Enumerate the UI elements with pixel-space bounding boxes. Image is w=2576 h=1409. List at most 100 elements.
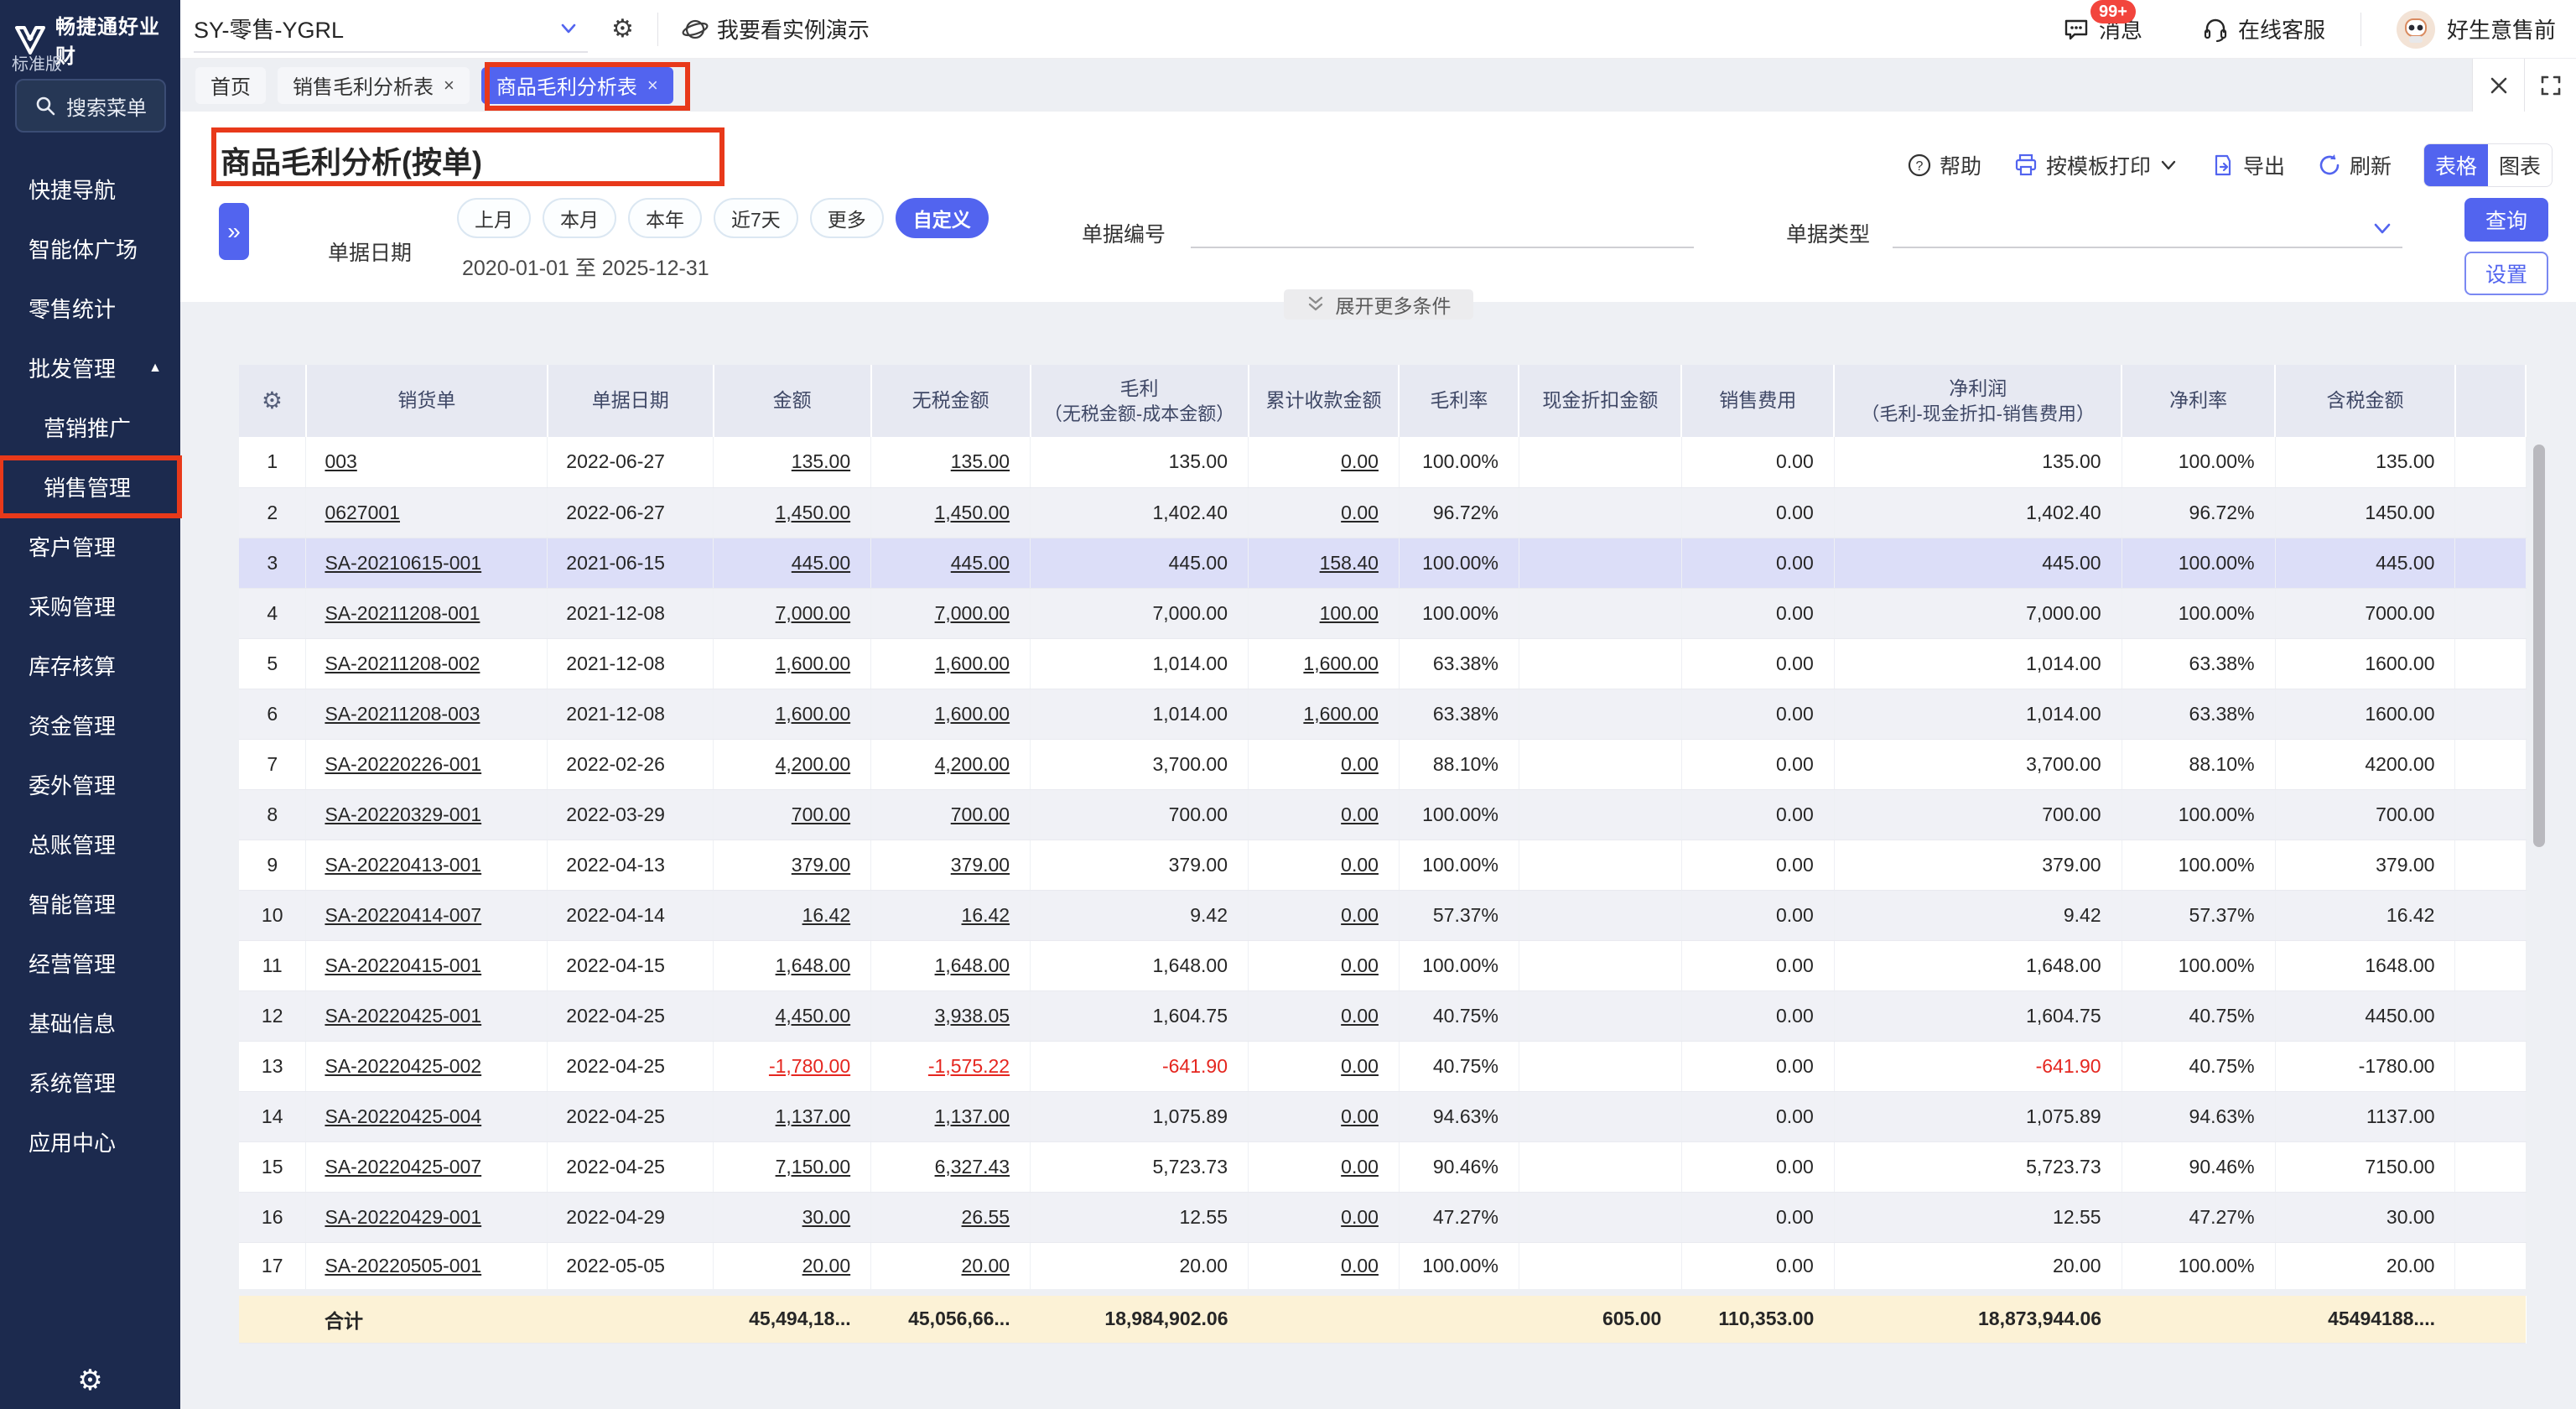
table-row[interactable]: 7SA-20220226-0012022-02-264,200.004,200.… xyxy=(239,739,2526,789)
received-link[interactable]: 0.00 xyxy=(1341,1255,1379,1276)
tax_free-link[interactable]: 6,327.43 xyxy=(935,1156,1010,1178)
table-row[interactable]: 11SA-20220415-0012022-04-151,648.001,648… xyxy=(239,940,2526,990)
tab-active[interactable]: 商品毛利分析表× xyxy=(481,67,673,104)
tab-item[interactable]: 销售毛利分析表× xyxy=(278,67,470,104)
doc-link[interactable]: SA-20220505-001 xyxy=(325,1255,481,1276)
received-link[interactable]: 0.00 xyxy=(1341,1156,1379,1178)
received-link[interactable]: 0.00 xyxy=(1341,1105,1379,1127)
tax_free-link[interactable]: 1,648.00 xyxy=(935,954,1010,976)
tax_free-link[interactable]: 135.00 xyxy=(951,450,1010,472)
received-link[interactable]: 0.00 xyxy=(1341,753,1379,775)
print-by-template-button[interactable]: 按模板打印 xyxy=(2013,150,2179,180)
tax_free-link[interactable]: 445.00 xyxy=(951,552,1010,574)
doc-link[interactable]: SA-20220425-002 xyxy=(325,1055,481,1077)
doc-link[interactable]: SA-20210615-001 xyxy=(325,552,481,574)
date-quick-pill[interactable]: 上月 xyxy=(457,198,531,238)
tax_free-link[interactable]: 1,137.00 xyxy=(935,1105,1010,1127)
date-quick-pill[interactable]: 更多 xyxy=(810,198,884,238)
date-custom-pill[interactable]: 自定义 xyxy=(896,198,989,238)
sidebar-item[interactable]: 应用中心 xyxy=(0,1112,180,1172)
sidebar-item[interactable]: 智能管理 xyxy=(0,874,180,933)
user-avatar[interactable] xyxy=(2397,10,2435,49)
table-row[interactable]: 12SA-20220425-0012022-04-254,450.003,938… xyxy=(239,990,2526,1041)
table-row[interactable]: 16SA-20220429-0012022-04-2930.0026.5512.… xyxy=(239,1192,2526,1242)
table-row[interactable]: 10SA-20220414-0072022-04-1416.4216.429.4… xyxy=(239,890,2526,940)
doc-link[interactable]: 003 xyxy=(325,450,356,472)
tab-item[interactable]: 首页 xyxy=(195,67,266,104)
tax_free-link[interactable]: 700.00 xyxy=(951,803,1010,825)
org-settings-gear-icon[interactable]: ⚙ xyxy=(611,14,634,44)
doc-link[interactable]: SA-20220226-001 xyxy=(325,753,481,775)
collapse-filter-button[interactable]: » xyxy=(219,203,249,260)
received-link[interactable]: 1,600.00 xyxy=(1303,653,1379,674)
table-row[interactable]: 6SA-20211208-0032021-12-081,600.001,600.… xyxy=(239,689,2526,739)
received-link[interactable]: 0.00 xyxy=(1341,803,1379,825)
tax_free-link[interactable]: 4,200.00 xyxy=(935,753,1010,775)
doc-link[interactable]: SA-20220329-001 xyxy=(325,803,481,825)
amount-link[interactable]: 7,000.00 xyxy=(776,602,851,624)
sidebar-item[interactable]: 销售管理 xyxy=(0,457,180,517)
doc-link[interactable]: SA-20220425-001 xyxy=(325,1005,481,1027)
amount-link[interactable]: 1,600.00 xyxy=(776,703,851,725)
tax_free-link[interactable]: -1,575.22 xyxy=(928,1055,1010,1077)
date-quick-pill[interactable]: 本年 xyxy=(628,198,702,238)
date-quick-pill[interactable]: 近7天 xyxy=(714,198,798,238)
amount-link[interactable]: 1,450.00 xyxy=(776,502,851,523)
tax_free-link[interactable]: 1,450.00 xyxy=(935,502,1010,523)
amount-link[interactable]: 1,137.00 xyxy=(776,1105,851,1127)
refresh-button[interactable]: 刷新 xyxy=(2317,150,2392,180)
tab-close-icon[interactable]: × xyxy=(647,75,658,96)
received-link[interactable]: 0.00 xyxy=(1341,954,1379,976)
table-row[interactable]: 8SA-20220329-0012022-03-29700.00700.0070… xyxy=(239,789,2526,840)
doc-link[interactable]: SA-20211208-003 xyxy=(325,703,480,725)
sidebar-settings-gear-icon[interactable]: ⚙ xyxy=(0,1364,180,1397)
amount-link[interactable]: 445.00 xyxy=(792,552,850,574)
table-row[interactable]: 15SA-20220425-0072022-04-257,150.006,327… xyxy=(239,1141,2526,1192)
sidebar-item[interactable]: 批发管理▲ xyxy=(0,338,180,398)
sidebar-item[interactable]: 总账管理 xyxy=(0,814,180,874)
amount-link[interactable]: 135.00 xyxy=(792,450,850,472)
amount-link[interactable]: 16.42 xyxy=(802,904,851,926)
org-selector[interactable]: SY-零售-YGRL xyxy=(194,6,588,53)
received-link[interactable]: 158.40 xyxy=(1320,552,1379,574)
doc-link[interactable]: 0627001 xyxy=(325,502,400,523)
tab-close-icon[interactable]: × xyxy=(444,75,454,96)
tax_free-link[interactable]: 1,600.00 xyxy=(935,653,1010,674)
table-row[interactable]: 14SA-20220425-0042022-04-251,137.001,137… xyxy=(239,1091,2526,1141)
query-button[interactable]: 查询 xyxy=(2464,198,2548,242)
amount-link[interactable]: 1,600.00 xyxy=(776,653,851,674)
tax_free-link[interactable]: 20.00 xyxy=(962,1255,1010,1276)
close-all-tabs-button[interactable] xyxy=(2472,59,2524,112)
table-row[interactable]: 3SA-20210615-0012021-06-15445.00445.0044… xyxy=(239,538,2526,588)
sidebar-item[interactable]: 系统管理 xyxy=(0,1053,180,1112)
chevron-down-icon[interactable] xyxy=(2371,216,2394,240)
expand-more-conditions-button[interactable]: 展开更多条件 xyxy=(1284,289,1473,320)
sidebar-item[interactable]: 经营管理 xyxy=(0,933,180,993)
doc-link[interactable]: SA-20220425-007 xyxy=(325,1156,481,1178)
export-button[interactable]: 导出 xyxy=(2210,150,2285,180)
received-link[interactable]: 0.00 xyxy=(1341,904,1379,926)
column-settings-gear-icon[interactable]: ⚙ xyxy=(239,365,306,437)
amount-link[interactable]: 7,150.00 xyxy=(776,1156,851,1178)
received-link[interactable]: 0.00 xyxy=(1341,450,1379,472)
date-range-value[interactable]: 2020-01-01 至 2025-12-31 xyxy=(462,252,709,282)
table-row[interactable]: 10032022-06-27135.00135.00135.000.00100.… xyxy=(239,437,2526,487)
table-row[interactable]: 17SA-20220505-0012022-05-0520.0020.0020.… xyxy=(239,1242,2526,1292)
sidebar-item[interactable]: 委外管理 xyxy=(0,755,180,814)
doc-link[interactable]: SA-20220425-004 xyxy=(325,1105,481,1127)
date-quick-pill[interactable]: 本月 xyxy=(543,198,616,238)
received-link[interactable]: 1,600.00 xyxy=(1303,703,1379,725)
sidebar-search[interactable]: 搜索菜单 xyxy=(15,79,166,133)
doc-link[interactable]: SA-20220415-001 xyxy=(325,954,481,976)
fullscreen-button[interactable] xyxy=(2524,59,2576,112)
help-button[interactable]: ? 帮助 xyxy=(1907,150,1981,180)
sidebar-item[interactable]: 基础信息 xyxy=(0,993,180,1053)
doc-link[interactable]: SA-20220414-007 xyxy=(325,904,481,926)
tax_free-link[interactable]: 3,938.05 xyxy=(935,1005,1010,1027)
doc-link[interactable]: SA-20220429-001 xyxy=(325,1206,481,1228)
table-row[interactable]: 4SA-20211208-0012021-12-087,000.007,000.… xyxy=(239,588,2526,638)
sidebar-item[interactable]: 客户管理 xyxy=(0,517,180,576)
sidebar-item[interactable]: 快捷导航 xyxy=(0,159,180,219)
amount-link[interactable]: 379.00 xyxy=(792,854,850,876)
table-row[interactable]: 5SA-20211208-0022021-12-081,600.001,600.… xyxy=(239,638,2526,689)
